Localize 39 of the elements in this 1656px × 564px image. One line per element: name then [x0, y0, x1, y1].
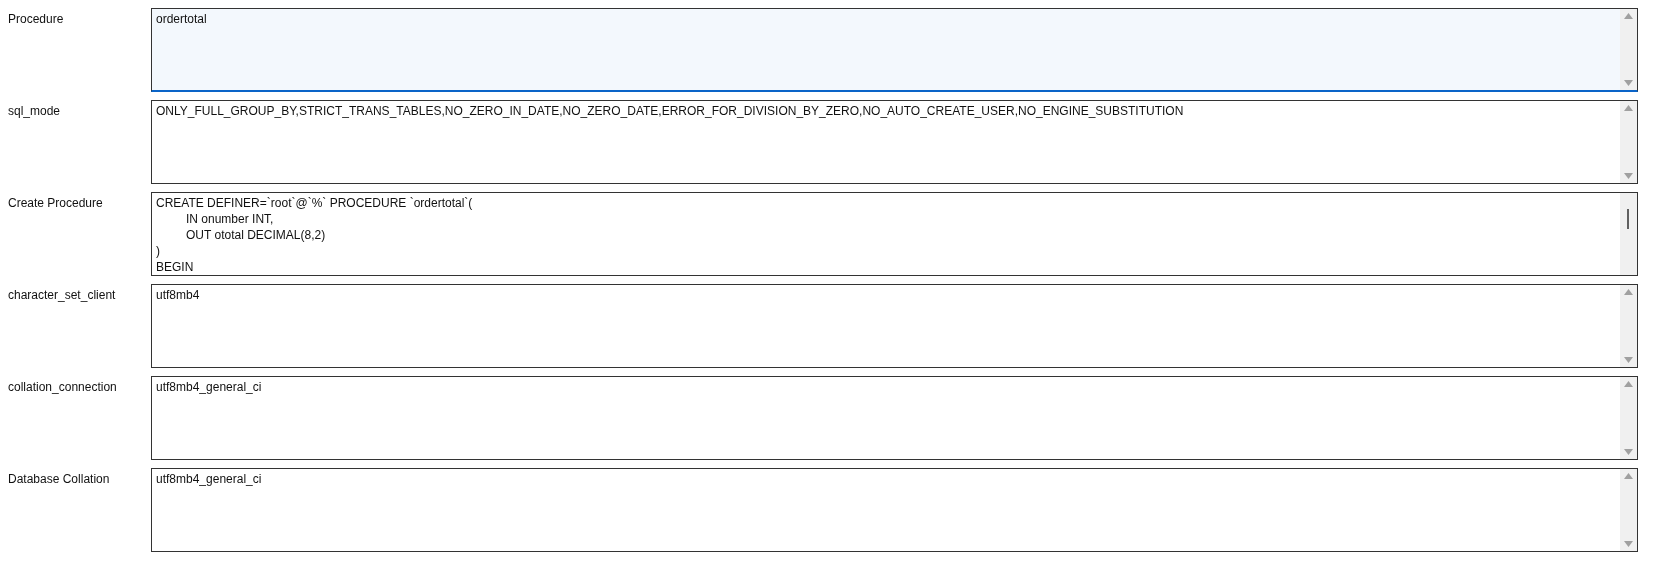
text-area[interactable]: ONLY_FULL_GROUP_BY,STRICT_TRANS_TABLES,NO_ZERO_IN_DATE,NO_ZERO_DATE,ERROR_FOR_DIVISION_BY_ZERO,NO_AUTO_CREATE_USER,NO_ENGINE_SUBSTITUTION — [151, 100, 1638, 184]
text-area[interactable]: CREATE DEFINER=`root`@`%` PROCEDURE `ordertotal`( IN onumber INT, OUT ototal DECIMAL(8,2) ) BEGIN — [151, 192, 1638, 276]
scrollbar[interactable] — [1620, 9, 1637, 90]
text-line: ordertotal — [156, 11, 208, 27]
scrollbar[interactable] — [1620, 377, 1637, 459]
field-label: sql_mode — [8, 103, 62, 118]
text-line: ONLY_FULL_GROUP_BY,STRICT_TRANS_TABLES,NO_ZERO_IN_DATE,NO_ZERO_DATE,ERROR_FOR_DIVISION_BY_ZERO,NO_AUTO_CREATE_USER,NO_ENGINE_SUBSTITUTION — [156, 103, 1185, 119]
field-label: Procedure — [8, 11, 65, 26]
scrollbar[interactable] — [1620, 193, 1637, 275]
scroll-down-icon[interactable] — [1624, 357, 1633, 363]
scroll-down-icon[interactable] — [1624, 449, 1633, 455]
scroll-up-icon[interactable] — [1624, 473, 1633, 479]
text-line: BEGIN — [156, 259, 195, 275]
scroll-down-icon[interactable] — [1624, 173, 1633, 179]
scroll-up-icon[interactable] — [1624, 105, 1633, 111]
text-line: utf8mb4 — [156, 287, 201, 303]
text-line: utf8mb4_general_ci — [156, 471, 263, 487]
text-area[interactable]: utf8mb4_general_ci — [151, 376, 1638, 460]
field-label: collation_connection — [8, 379, 118, 394]
field-label: Create Procedure — [8, 195, 104, 210]
scrollbar[interactable] — [1620, 469, 1637, 551]
text-line: utf8mb4_general_ci — [156, 379, 263, 395]
text-line: CREATE DEFINER=`root`@`%` PROCEDURE `ordertotal`( — [156, 195, 474, 211]
text-area[interactable]: ordertotal — [151, 8, 1638, 92]
scrollbar[interactable] — [1620, 101, 1637, 183]
scroll-thumb[interactable] — [1627, 209, 1630, 229]
text-line: IN onumber INT, — [185, 211, 275, 227]
scroll-up-icon[interactable] — [1624, 13, 1633, 19]
text-area[interactable]: utf8mb4 — [151, 284, 1638, 368]
scroll-up-icon[interactable] — [1624, 381, 1633, 387]
field-label: character_set_client — [8, 287, 117, 302]
text-area[interactable]: utf8mb4_general_ci — [151, 468, 1638, 552]
scroll-up-icon[interactable] — [1624, 289, 1633, 295]
scroll-down-icon[interactable] — [1624, 541, 1633, 547]
scrollbar[interactable] — [1620, 285, 1637, 367]
scroll-down-icon[interactable] — [1624, 80, 1633, 86]
field-label: Database Collation — [8, 471, 111, 486]
text-line: ) — [156, 243, 161, 259]
text-line: OUT ototal DECIMAL(8,2) — [185, 227, 327, 243]
